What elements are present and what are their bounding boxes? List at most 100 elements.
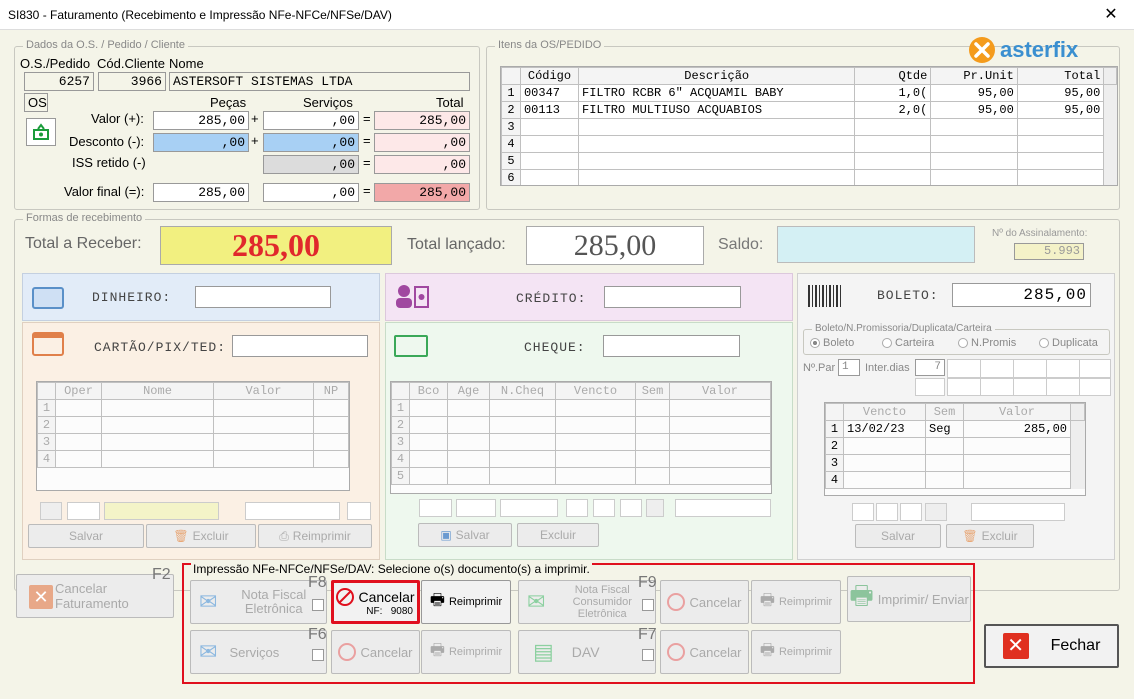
save-icon: ▣ [440, 528, 452, 542]
dav-button[interactable]: ▤ DAV [518, 630, 656, 674]
servicos-cancelar-button[interactable]: Cancelar [331, 630, 420, 674]
close-icon[interactable]: ✕ [1088, 0, 1134, 30]
f8-key: F8 [308, 574, 327, 591]
cheque-icon [394, 335, 428, 357]
col-total: Total [1016, 67, 1105, 85]
dinheiro-field[interactable] [195, 286, 331, 308]
f2-key: F2 [152, 566, 171, 583]
close-icon: ✕ [1002, 633, 1029, 659]
table-row[interactable]: 1 00347 FILTRO RCBR 6" ACQUAMIL BABY 1,0(95… [501, 84, 1117, 102]
cartao-reimprimir-button[interactable]: ⎙ Reimprimir [258, 524, 372, 548]
cartao-grid[interactable]: Oper Nome Valor NP 1 2 3 4 [36, 381, 350, 491]
nfce-checkbox[interactable] [642, 599, 654, 611]
printer-icon: 🖶 [759, 591, 775, 609]
cheque-grid[interactable]: Bco Age N.Cheq Vencto Sem Valor 1 2 3 4 5 [390, 381, 772, 494]
table-row[interactable]: 2 00113 FILTRO MULTIUSO ACQUABIOS 2,0(95,00… [501, 101, 1117, 119]
impressao-group-title: Impressão NFe-NFCe/NFSe/DAV: Selecione o… [191, 562, 592, 576]
radio-npromis[interactable]: N.Promis [958, 337, 1016, 349]
nfce-icon: ✉ [527, 589, 546, 614]
table-row[interactable]: 2 [825, 437, 1085, 455]
printer-icon: 🖶 [429, 591, 445, 609]
saldo-value [777, 226, 975, 263]
cheque-excluir-button[interactable]: Excluir [517, 523, 599, 547]
credit-person-icon [394, 283, 430, 309]
nfe-checkbox[interactable] [312, 599, 324, 611]
cash-register-icon[interactable] [26, 118, 56, 146]
table-row[interactable]: 6 [501, 169, 1117, 185]
col-descricao: Descrição [577, 67, 856, 85]
nfe-button[interactable]: ✉ Nota Fiscal Eletrônica [190, 580, 327, 624]
credito-label: CRÉDITO: [516, 291, 587, 306]
boleto-salvar-button[interactable]: Salvar [855, 524, 941, 548]
asterfix-logo-text: asterfix [1000, 37, 1079, 62]
dinheiro-label: DINHEIRO: [92, 290, 172, 305]
cancel-x-icon: ✕ [29, 585, 53, 609]
cod-cliente-field[interactable]: 3966 [98, 72, 166, 91]
npar-label: Nº.Par [803, 362, 836, 374]
itens-grid[interactable]: Código Descrição Qtde Pr.Unit Total 1 003… [500, 66, 1118, 186]
barcode-icon [808, 285, 842, 307]
valor-final-label: Valor final (=): [64, 184, 145, 199]
table-row[interactable]: 5 [501, 152, 1117, 170]
table-row[interactable]: 3 [825, 454, 1085, 472]
boleto-field[interactable]: 285,00 [952, 283, 1091, 307]
cod-cliente-label: Cód.Cliente [97, 56, 165, 71]
table-row[interactable]: 4 [825, 471, 1085, 489]
desconto-pecas-field[interactable]: ,00 [153, 133, 249, 152]
iss-total-field: ,00 [374, 155, 470, 174]
servicos-checkbox[interactable] [312, 649, 324, 661]
radio-duplicata[interactable]: Duplicata [1039, 337, 1098, 349]
col-prunit: Pr.Unit [930, 67, 1018, 85]
printer-icon: ⎙ [279, 528, 289, 543]
client-name-field[interactable]: ASTERSOFT SISTEMAS LTDA [169, 72, 470, 91]
credito-field[interactable] [604, 286, 741, 308]
radio-boleto[interactable]: Boleto [810, 337, 854, 349]
boleto-grid[interactable]: Vencto Sem Valor 1 13/02/23 Seg 285,00 2 3 4 [824, 402, 1086, 496]
iss-label: ISS retido (-) [72, 155, 146, 170]
dav-icon: ▤ [533, 639, 554, 664]
cancelar-faturamento-button[interactable]: ✕ Cancelar Faturamento [16, 574, 174, 618]
cheque-label: CHEQUE: [524, 340, 586, 355]
os-group-title: Dados da O.S. / Pedido / Cliente [23, 39, 188, 51]
servicos-button[interactable]: ✉ Serviços [190, 630, 327, 674]
inter-dias-label: Inter.dias [865, 362, 910, 374]
imprimir-enviar-button[interactable]: 🖶 Imprimir/ Enviar [847, 576, 971, 622]
nfe-reimprimir-button[interactable]: 🖶 Reimprimir [421, 580, 511, 624]
col-codigo: Código [519, 67, 580, 85]
table-row[interactable]: 1 13/02/23 Seg 285,00 [825, 420, 1085, 438]
trash-icon: 🗑 [962, 529, 978, 543]
fechar-button[interactable]: ✕ Fechar [984, 624, 1119, 668]
npar-field[interactable]: 1 [838, 359, 860, 376]
desconto-servicos-field[interactable]: ,00 [263, 133, 359, 152]
radio-carteira[interactable]: Carteira [882, 337, 934, 349]
f7-key: F7 [638, 626, 657, 643]
assinalamento-value: 5.993 [1014, 243, 1084, 260]
table-row[interactable]: 3 [501, 118, 1117, 136]
nfce-reimprimir-button[interactable]: 🖶 Reimprimir [751, 580, 841, 624]
nfce-cancelar-button[interactable]: Cancelar [660, 580, 749, 624]
total-receber-value: 285,00 [160, 226, 392, 265]
dav-reimprimir-button[interactable]: 🖶 Reimprimir [751, 630, 841, 674]
inter-dias-field[interactable]: 7 [915, 359, 945, 376]
credit-card-icon [32, 332, 64, 356]
valor-servicos-field[interactable]: ,00 [263, 111, 359, 130]
cash-note-icon [32, 287, 64, 309]
iss-servicos-field: ,00 [263, 155, 359, 174]
servicos-icon: ✉ [199, 639, 218, 664]
nome-label: Nome [169, 56, 204, 71]
cartao-salvar-button[interactable]: Salvar [28, 524, 144, 548]
cartao-excluir-button[interactable]: 🗑 Excluir [146, 524, 256, 548]
cheque-field[interactable] [603, 335, 740, 357]
table-row[interactable]: 4 [501, 135, 1117, 153]
cheque-salvar-button[interactable]: ▣ Salvar [418, 523, 512, 547]
main-window: Dados da O.S. / Pedido / Cliente O.S./Pe… [0, 30, 1134, 699]
boleto-excluir-button[interactable]: 🗑 Excluir [946, 524, 1034, 548]
nfce-button[interactable]: ✉ Nota Fiscal Consumidor Eletrônica [518, 580, 656, 624]
dav-cancelar-button[interactable]: Cancelar [660, 630, 749, 674]
os-number-field[interactable]: 6257 [24, 72, 94, 91]
valor-pecas-field[interactable]: 285,00 [153, 111, 249, 130]
servicos-reimprimir-button[interactable]: 🖶 Reimprimir [421, 630, 511, 674]
cartao-field[interactable] [232, 335, 368, 357]
nfe-cancelar-button[interactable]: Cancelar NF: 9080 [331, 580, 420, 624]
dav-checkbox[interactable] [642, 649, 654, 661]
